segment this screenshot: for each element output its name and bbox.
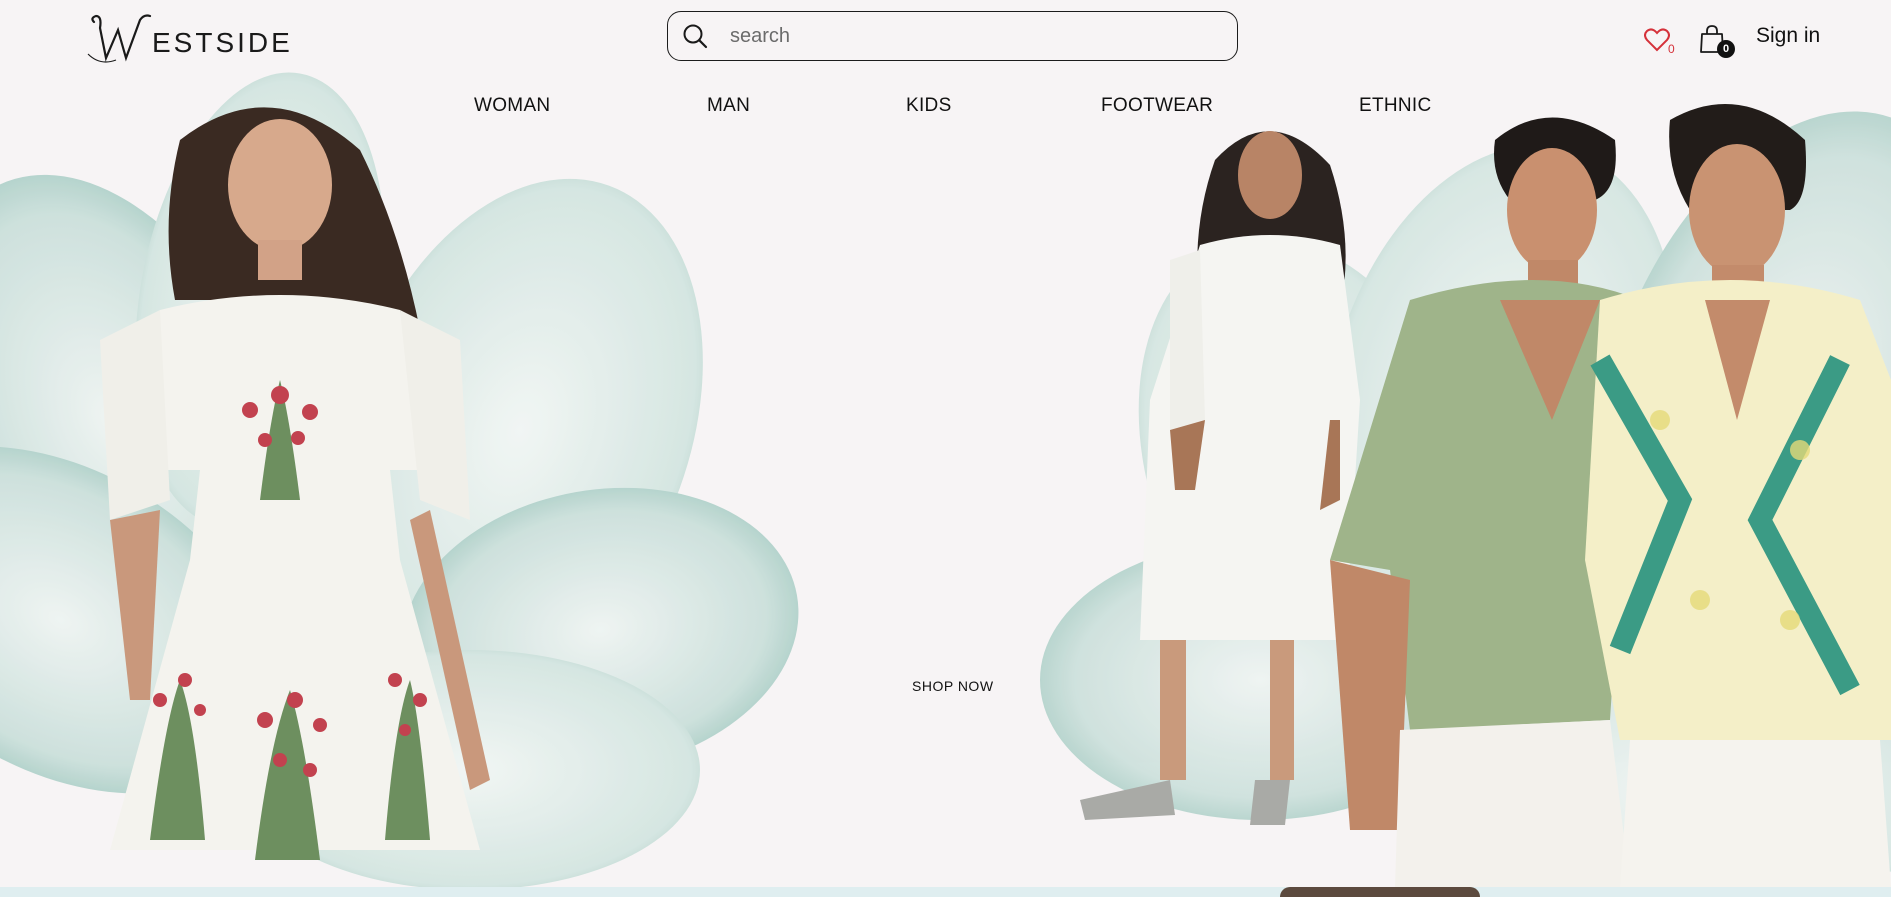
nav-item-man[interactable]: MAN <box>707 95 750 117</box>
sign-in-link[interactable]: Sign in <box>1756 24 1820 48</box>
nav-item-kids[interactable]: KIDS <box>906 95 952 117</box>
hero-image <box>0 72 1891 887</box>
brand-logo-text: ESTSIDE <box>152 27 293 58</box>
brand-logo[interactable]: ESTSIDE <box>86 10 293 66</box>
heart-icon <box>1644 28 1670 52</box>
shop-now-link[interactable]: SHOP NOW <box>912 678 994 694</box>
search-bar[interactable] <box>667 11 1238 61</box>
nav-item-ethnic[interactable]: ETHNIC <box>1359 95 1432 117</box>
site-header: ESTSIDE 0 0 Sign in <box>0 0 1891 76</box>
next-section-preview <box>0 887 1891 897</box>
next-section-image-edge <box>1280 887 1480 897</box>
search-input[interactable] <box>728 23 1202 49</box>
cart-count-badge: 0 <box>1717 40 1735 58</box>
wishlist-count: 0 <box>1668 42 1675 56</box>
search-icon[interactable] <box>682 23 708 49</box>
nav-item-footwear[interactable]: FOOTWEAR <box>1101 95 1213 117</box>
nav-item-woman[interactable]: WOMAN <box>474 95 550 117</box>
brand-logo-script-w-icon <box>87 14 152 63</box>
main-nav: WOMAN MAN KIDS FOOTWEAR ETHNIC <box>0 95 1891 125</box>
page: SHOP NOW ESTSIDE 0 <box>0 0 1891 897</box>
cart-button[interactable]: 0 <box>1697 22 1735 60</box>
hero-banner[interactable]: SHOP NOW <box>0 0 1891 887</box>
wishlist-button[interactable]: 0 <box>1642 24 1682 60</box>
